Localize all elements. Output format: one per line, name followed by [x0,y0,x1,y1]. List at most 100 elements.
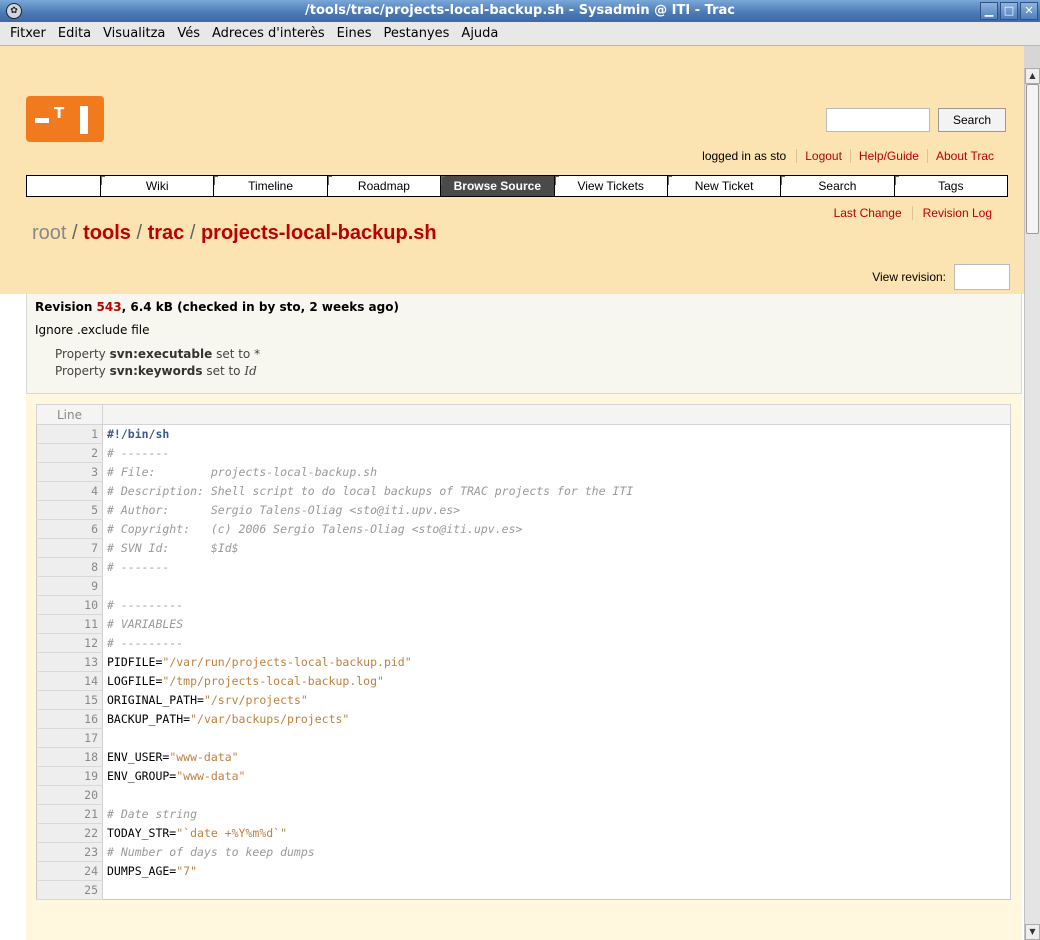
nav-tags[interactable]: Tags [894,176,1007,196]
code-text: BACKUP_PATH="/var/backups/projects" [107,712,350,726]
window-title: /tools/trac/projects-local-backup.sh - S… [305,3,735,18]
code-line: 3 # File: projects-local-backup.sh [36,462,1011,482]
nav-browse-source[interactable]: Browse Source [441,176,555,196]
code-text [103,881,1011,900]
code-line: 22 TODAY_STR="`date +%Y%m%d`" [36,823,1011,843]
code-line: 14 LOGFILE="/tmp/projects-local-backup.lo… [36,671,1011,691]
nav-view-tickets[interactable]: View Tickets [554,176,668,196]
last-change-link[interactable]: Last Change [824,206,912,220]
code-text: # SVN Id: $Id$ [107,541,239,555]
line-number[interactable]: 10 [36,595,103,615]
minimize-icon[interactable]: ▁ [980,2,998,20]
code-line: 21 # Date string [36,804,1011,824]
line-number[interactable]: 9 [36,576,103,596]
window-titlebar: ✿ /tools/trac/projects-local-backup.sh -… [0,0,1040,22]
line-number[interactable]: 5 [36,500,103,520]
browser-viewport: T Search logged in as sto Logout Help/Gu… [0,46,1024,940]
nav-timeline[interactable]: Timeline [214,176,328,196]
view-revision-input[interactable] [954,264,1010,290]
code-text: LOGFILE="/tmp/projects-local-backup.log" [107,674,384,688]
breadcrumb-file[interactable]: projects-local-backup.sh [201,222,437,244]
line-number[interactable]: 18 [36,747,103,767]
scroll-down-icon[interactable]: ▼ [1025,924,1040,940]
menu-ajuda[interactable]: Ajuda [455,26,504,41]
vertical-scrollbar[interactable]: ▲ ▼ [1024,68,1040,940]
code-text: # ------- [107,446,170,460]
line-number[interactable]: 12 [36,633,103,653]
maximize-icon[interactable]: □ [1000,2,1018,20]
code-text: # Description: Shell script to do local … [107,484,634,498]
close-icon[interactable]: ✕ [1020,2,1038,20]
iti-logo[interactable]: T [26,96,104,142]
line-number[interactable]: 4 [36,481,103,501]
revision-link[interactable]: 543 [97,300,122,314]
code-text [103,786,1011,805]
line-number[interactable]: 8 [36,557,103,577]
menu-bar: Fitxer Edita Visualitza Vés Adreces d'interè… [0,22,1040,46]
scrollbar-thumb[interactable] [1026,84,1039,234]
menu-visualitza[interactable]: Visualitza [97,26,171,41]
help-guide-link[interactable]: Help/Guide [849,149,927,163]
menu-v-s[interactable]: Vés [171,26,206,41]
search-input[interactable] [826,108,930,132]
nav-new-ticket[interactable]: New Ticket [667,176,782,196]
code-line: 25 [36,880,1011,900]
breadcrumb-tools[interactable]: tools [83,222,131,244]
view-revision-label: View revision: [872,270,946,284]
path-breadcrumb: root / tools / trac / projects-local-bac… [32,222,437,244]
search-button[interactable]: Search [938,108,1006,132]
meta-nav: logged in as sto Logout Help/Guide About… [702,149,1002,163]
menu-eines[interactable]: Eines [331,26,378,41]
code-text: # --------- [107,636,184,650]
nav-wiki[interactable]: Wiki [101,176,215,196]
line-number[interactable]: 11 [36,614,103,634]
code-text: # --------- [107,598,184,612]
nav-roadmap[interactable]: Roadmap [327,176,442,196]
menu-fitxer[interactable]: Fitxer [4,26,52,41]
line-number[interactable]: 24 [36,861,103,881]
code-text: # ------- [107,560,170,574]
code-line: 20 [36,785,1011,805]
about-trac-link[interactable]: About Trac [926,149,1002,163]
code-line: 12 # --------- [36,633,1011,653]
line-number[interactable]: 16 [36,709,103,729]
code-line: 15 ORIGINAL_PATH="/srv/projects" [36,690,1011,710]
line-number[interactable]: 19 [36,766,103,786]
breadcrumb-trac[interactable]: trac [148,222,185,244]
line-number[interactable]: 23 [36,842,103,862]
code-line: 11 # VARIABLES [36,614,1011,634]
scroll-up-icon[interactable]: ▲ [1025,68,1040,84]
nav-search[interactable]: Search [781,176,895,196]
menu-edita[interactable]: Edita [52,26,97,41]
line-number[interactable]: 6 [36,519,103,539]
breadcrumb-root[interactable]: root [32,222,66,244]
code-line: 16 BACKUP_PATH="/var/backups/projects" [36,709,1011,729]
line-number[interactable]: 14 [36,671,103,691]
revision-log-link[interactable]: Revision Log [911,206,1002,220]
line-number[interactable]: 3 [36,462,103,482]
code-text: # Number of days to keep dumps [107,845,315,859]
menu-pestanyes[interactable]: Pestanyes [378,26,456,41]
code-line: 6 # Copyright: (c) 2006 Sergio Talens-Oli… [36,519,1011,539]
line-number[interactable]: 20 [36,785,103,805]
code-line: 8 # ------- [36,557,1011,577]
code-viewer: Line 1 #!/bin/sh 2 # ------- 3 # File: projec… [26,394,1022,940]
code-line: 4 # Description: Shell script to do local… [36,481,1011,501]
menu-adreces-d-inter-s[interactable]: Adreces d'interès [206,26,331,41]
line-number[interactable]: 22 [36,823,103,843]
code-text: # File: projects-local-backup.sh [107,465,378,479]
code-line: 2 # ------- [36,443,1011,463]
line-number[interactable]: 25 [36,880,103,900]
line-number[interactable]: 7 [36,538,103,558]
code-line: 1 #!/bin/sh [36,424,1011,444]
line-number[interactable]: 1 [36,424,103,444]
logout-link[interactable]: Logout [796,149,850,163]
code-line: 10 # --------- [36,595,1011,615]
line-number[interactable]: 2 [36,443,103,463]
code-text: # Date string [107,807,198,821]
line-number[interactable]: 15 [36,690,103,710]
line-number[interactable]: 13 [36,652,103,672]
line-number[interactable]: 21 [36,804,103,824]
line-number[interactable]: 17 [36,728,103,748]
code-text: # VARIABLES [107,617,184,631]
